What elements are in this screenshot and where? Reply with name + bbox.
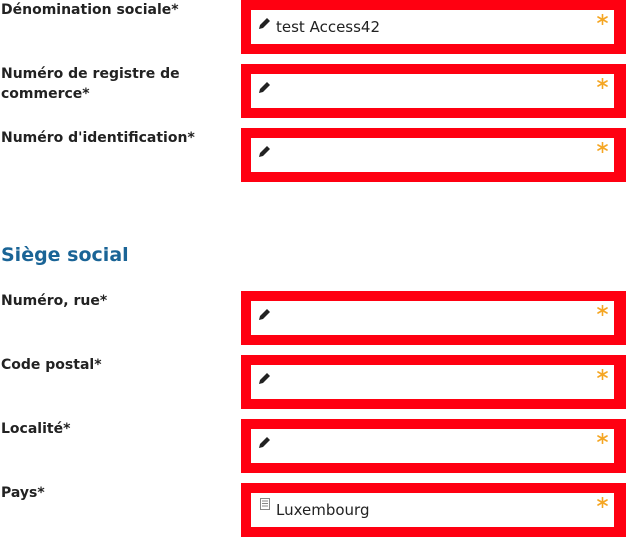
- asterisk-icon: [597, 497, 608, 508]
- section-title-registered-office: Siège social: [1, 244, 129, 266]
- street-input[interactable]: [251, 301, 614, 335]
- registry-number-label: Numéro de registre de commerce*: [1, 66, 180, 102]
- company-name-label: Dénomination sociale*: [1, 2, 179, 18]
- asterisk-icon: [597, 305, 608, 316]
- street-label: Numéro, rue*: [1, 293, 108, 309]
- street-field-wrapper: [241, 291, 626, 345]
- country-select[interactable]: Luxembourg: [251, 493, 614, 527]
- company-name-input[interactable]: test Access42: [251, 10, 614, 44]
- postal-code-field-wrapper: [241, 355, 626, 409]
- pencil-icon: [259, 82, 270, 93]
- company-name-value: test Access42: [276, 18, 381, 36]
- asterisk-icon: [597, 433, 608, 444]
- city-input[interactable]: [251, 429, 614, 463]
- city-field-wrapper: [241, 419, 626, 473]
- postal-code-input[interactable]: [251, 365, 614, 399]
- pencil-icon: [259, 146, 270, 157]
- list-icon: [260, 498, 270, 510]
- registry-number-field-wrapper: [241, 64, 626, 118]
- country-field-wrapper: Luxembourg: [241, 483, 626, 537]
- pencil-icon: [259, 373, 270, 384]
- registry-number-input[interactable]: [251, 74, 614, 108]
- asterisk-icon: [597, 78, 608, 89]
- pencil-icon: [259, 309, 270, 320]
- identification-number-field-wrapper: [241, 128, 626, 182]
- postal-code-label: Code postal*: [1, 357, 102, 373]
- asterisk-icon: [597, 369, 608, 380]
- identification-number-input[interactable]: [251, 138, 614, 172]
- asterisk-icon: [597, 14, 608, 25]
- country-value: Luxembourg: [276, 501, 370, 519]
- company-name-field-wrapper: test Access42: [241, 0, 626, 54]
- city-label: Localité*: [1, 421, 71, 437]
- country-label: Pays*: [1, 485, 45, 501]
- identification-number-label: Numéro d'identification*: [1, 130, 195, 146]
- company-form: Dénomination sociale* test Access42 Numé…: [0, 0, 627, 540]
- pencil-icon: [259, 18, 270, 29]
- pencil-icon: [259, 437, 270, 448]
- asterisk-icon: [597, 142, 608, 153]
